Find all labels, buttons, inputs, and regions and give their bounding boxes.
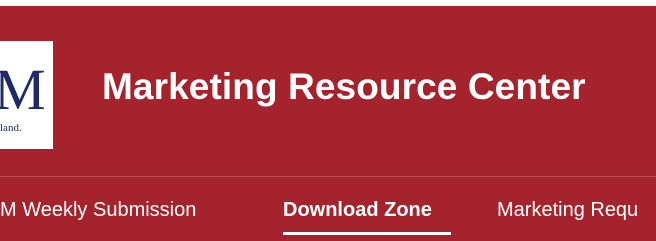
header-divider [0,176,656,177]
nav-item-marketing-requests[interactable]: Marketing Requ [497,199,638,222]
logo-caption: land. [0,122,22,134]
nav-item-download-zone[interactable]: Download Zone [283,199,432,222]
top-navigation: M Weekly Submission Download Zone Market… [0,178,656,241]
logo-letter: M [0,57,46,122]
site-header: M land. Marketing Resource Center M Week… [0,6,656,241]
active-tab-indicator [283,232,451,235]
logo-mark-icon: M land. [0,57,46,134]
nav-item-weekly-submission[interactable]: M Weekly Submission [0,199,196,222]
site-logo[interactable]: M land. [0,41,53,149]
page: M land. Marketing Resource Center M Week… [0,0,656,241]
site-title: Marketing Resource Center [102,66,586,107]
